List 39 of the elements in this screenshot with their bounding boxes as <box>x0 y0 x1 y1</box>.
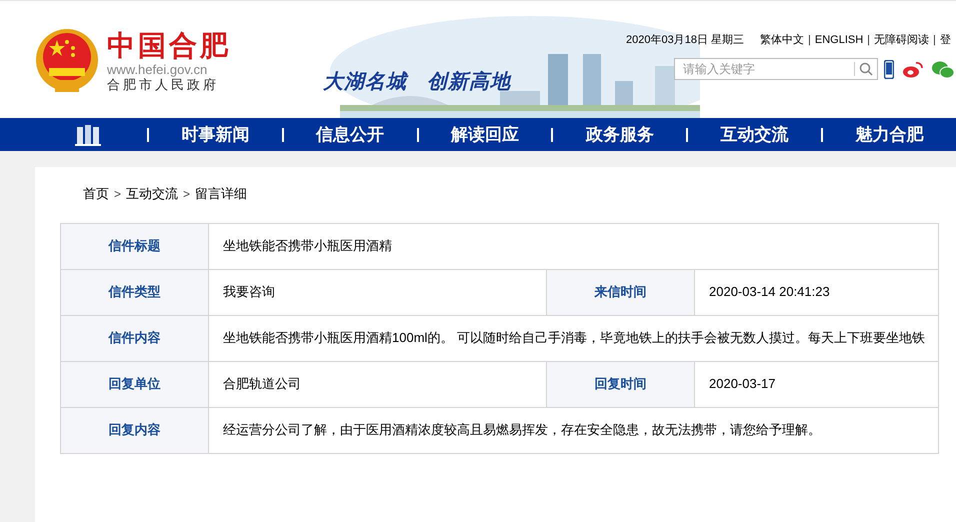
field-label: 来信时间 <box>547 270 695 316</box>
field-label: 回复单位 <box>61 362 209 408</box>
site-url: www.hefei.gov.cn <box>107 62 208 76</box>
link-separator: | <box>867 33 870 48</box>
slogan-text: 大湖名城 <box>323 70 407 95</box>
field-value: 2020-03-17 <box>695 362 939 408</box>
link-separator: | <box>808 33 811 48</box>
date-text: 2020年03月18日 星期三 <box>626 33 744 48</box>
breadcrumb-link[interactable]: 互动交流 <box>126 184 178 204</box>
link-separator: | <box>933 33 936 48</box>
mobile-icon[interactable] <box>884 60 894 79</box>
field-label: 信件内容 <box>61 316 209 362</box>
field-label: 回复内容 <box>61 408 209 454</box>
top-link[interactable]: 繁体中文 <box>760 32 804 48</box>
nav-item[interactable]: 信息公开 <box>284 122 417 148</box>
breadcrumb-separator: > <box>113 186 122 203</box>
site-title: 中国合肥 <box>107 30 231 62</box>
building-icon[interactable] <box>75 124 102 146</box>
field-label: 信件类型 <box>61 270 209 316</box>
field-label: 信件标题 <box>61 224 209 270</box>
emblem-icon <box>35 28 99 94</box>
site-subtitle: 合肥市人民政府 <box>107 76 220 92</box>
field-value: 经运营分公司了解，由于医用酒精浓度较高且易燃易挥发，存在安全隐患，故无法携带，请您给予理解。 <box>209 408 939 454</box>
nav-item[interactable]: 政务服务 <box>553 122 686 148</box>
nav-item[interactable]: 魅力合肥 <box>823 122 956 148</box>
slogan-text: 创新高地 <box>427 70 511 95</box>
nav-item[interactable]: 解读回应 <box>418 122 552 148</box>
top-link[interactable]: ENGLISH <box>814 32 864 48</box>
top-link[interactable]: 无障碍阅读 <box>874 32 930 48</box>
breadcrumb-link[interactable]: 首页 <box>83 184 109 204</box>
field-value: 坐地铁能否携带小瓶医用酒精 <box>209 224 939 270</box>
nav-item[interactable]: 互动交流 <box>688 122 822 148</box>
breadcrumb-link[interactable]: 留言详细 <box>195 184 248 204</box>
field-value: 2020-03-14 20:41:23 <box>695 270 939 316</box>
breadcrumb-separator: > <box>182 186 192 203</box>
field-value: 坐地铁能否携带小瓶医用酒精100ml的。 可以随时给自己手消毒，毕竟地铁上的扶手会被无数人摸过。每天上下班要坐地铁 <box>209 316 939 362</box>
nav-item[interactable]: 时事新闻 <box>148 122 282 148</box>
field-label: 回复时间 <box>547 362 695 408</box>
top-link[interactable]: 登 <box>940 32 951 48</box>
